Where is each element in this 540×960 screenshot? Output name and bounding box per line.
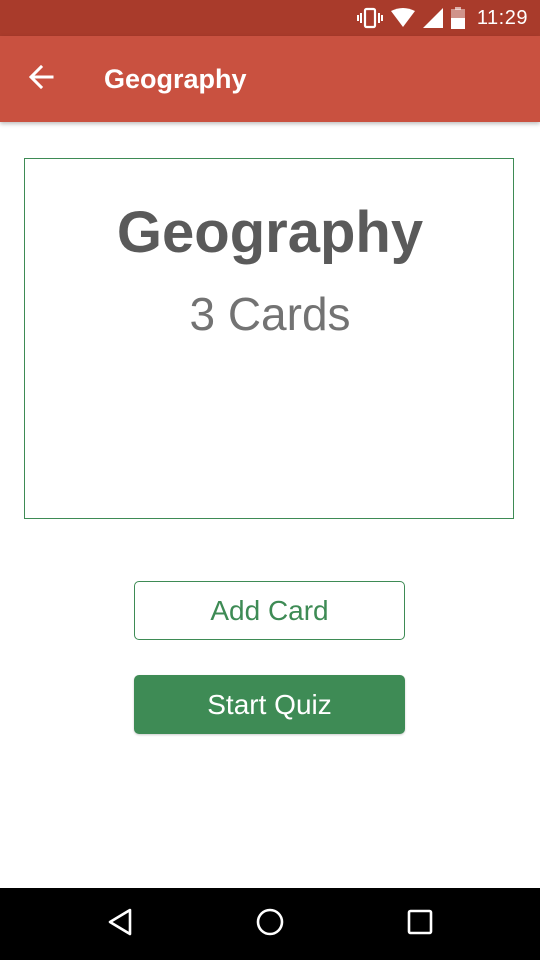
arrow-back-icon — [28, 64, 54, 94]
home-circle-icon — [255, 907, 285, 942]
wifi-icon — [390, 8, 415, 28]
status-time: 11:29 — [476, 6, 528, 29]
status-bar: 11:29 — [0, 0, 540, 36]
deck-card-count: 3 Cards — [189, 288, 351, 340]
cell-signal-icon — [422, 8, 443, 28]
page-title: Geography — [104, 64, 247, 94]
recents-square-icon — [407, 909, 433, 940]
start-quiz-button[interactable]: Start Quiz — [134, 675, 405, 734]
app-bar: Geography — [0, 36, 540, 122]
back-button[interactable] — [20, 58, 62, 100]
nav-recents-button[interactable] — [396, 900, 444, 948]
back-triangle-icon — [106, 907, 134, 942]
status-icons: 11:29 — [356, 0, 528, 36]
navigation-bar — [0, 888, 540, 960]
add-card-button[interactable]: Add Card — [134, 581, 405, 640]
nav-home-button[interactable] — [246, 900, 294, 948]
screen: 11:29 Geography Geography 3 Cards Add Ca… — [0, 0, 540, 960]
vibrate-icon — [356, 7, 383, 29]
deck-title: Geography — [116, 200, 424, 265]
battery-icon — [450, 7, 465, 29]
nav-back-button[interactable] — [96, 900, 144, 948]
